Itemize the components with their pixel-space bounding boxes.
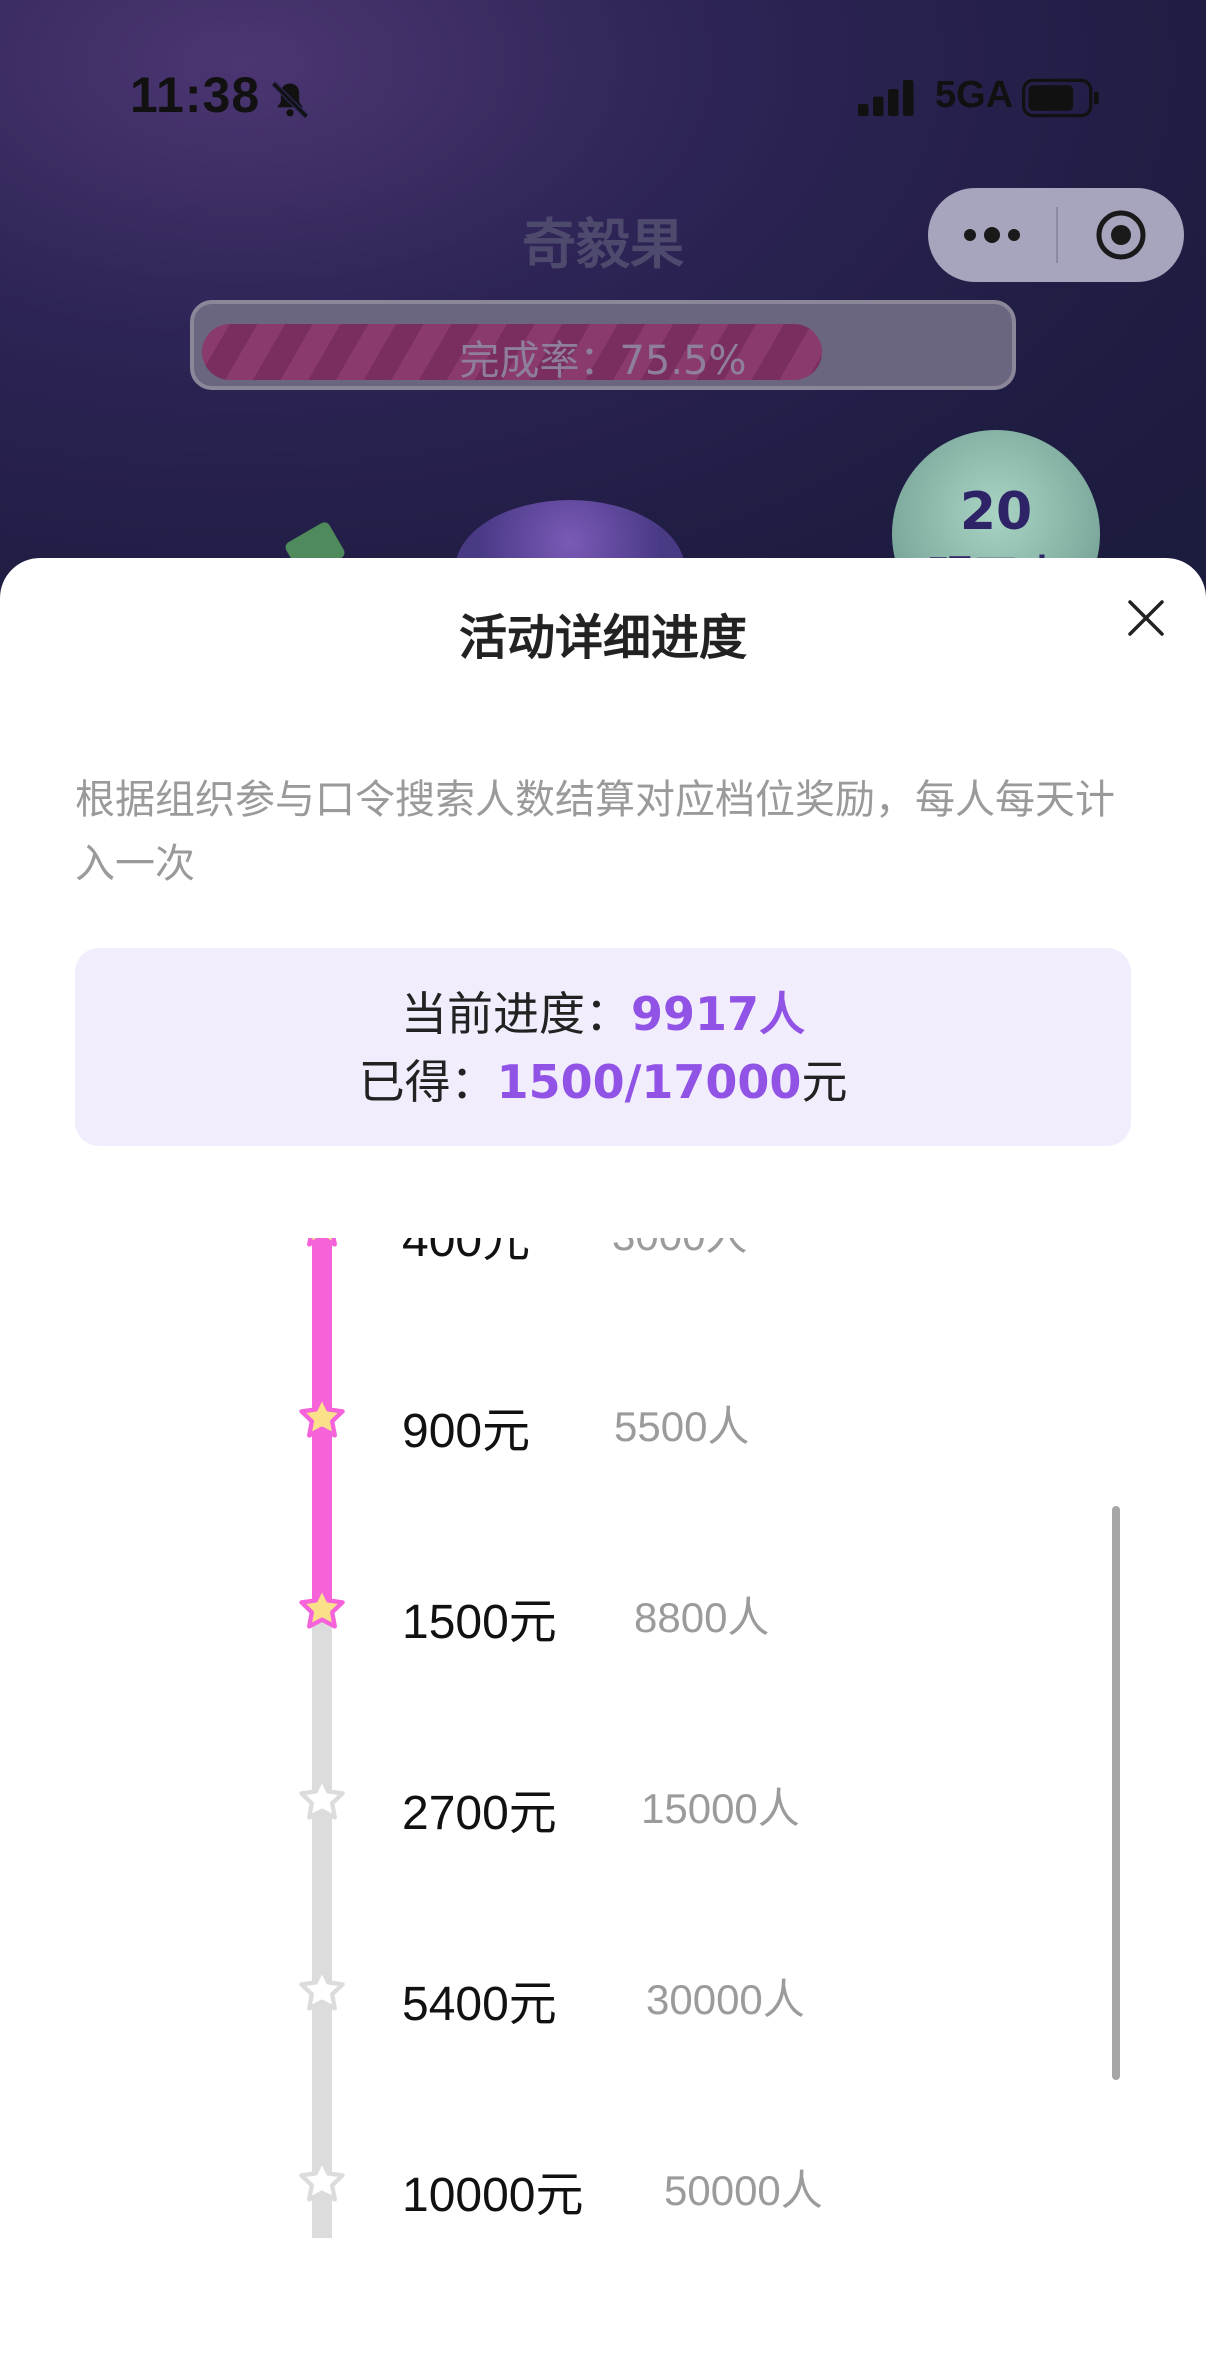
tier-row: 10000元 50000人	[0, 2135, 1206, 2235]
earned-unit: 元	[801, 1055, 848, 1109]
tier-people: 5500人	[614, 1403, 750, 1450]
progress-summary: 当前进度：9917人 已得：1500/17000元	[75, 948, 1131, 1146]
earned-label: 已得：	[358, 1055, 497, 1109]
progress-detail-sheet: 活动详细进度 根据组织参与口令搜索人数结算对应档位奖励，每人每天计入一次 当前进…	[0, 558, 1206, 2375]
more-options-icon[interactable]	[928, 188, 1056, 282]
signal-icon	[858, 80, 914, 116]
tier-amount: 1500元	[402, 1596, 557, 1649]
tier-row: 900元 5500人	[0, 1371, 1206, 1471]
close-icon	[1128, 600, 1164, 636]
close-miniprogram-icon[interactable]	[1058, 188, 1184, 282]
tier-people: 15000人	[641, 1785, 800, 1832]
current-progress-value: 9917人	[630, 987, 806, 1041]
current-progress-label: 当前进度：	[400, 987, 631, 1041]
tier-list[interactable]: 400元 3000人 900元 5500人 1500元 8800人 2700元 15000人 5…	[0, 1238, 1206, 2238]
tier-amount: 900元	[402, 1405, 531, 1458]
tier-people: 8800人	[634, 1594, 770, 1641]
bg-badge-number: 20	[959, 482, 1033, 542]
earned-line: 已得：1500/17000元	[75, 1048, 1131, 1116]
close-button[interactable]	[1118, 590, 1174, 646]
network-label: 5GA	[935, 74, 1014, 116]
tier-people: 50000人	[664, 2167, 823, 2214]
earned-value: 1500/17000	[496, 1055, 802, 1109]
status-bar: 11:38 5GA	[0, 0, 1206, 190]
battery-icon	[1022, 78, 1099, 118]
tier-row: 5400元 30000人	[0, 1944, 1206, 2044]
star-empty-icon	[299, 1776, 345, 1820]
tier-amount: 10000元	[402, 2169, 584, 2222]
tier-people: 30000人	[646, 1976, 805, 2023]
rule-description: 根据组织参与口令搜索人数结算对应档位奖励，每人每天计入一次	[75, 777, 1115, 887]
bg-completion-label: 完成率：75.5%	[459, 338, 747, 384]
tier-amount: 2700元	[402, 1787, 557, 1840]
star-filled-icon	[299, 1394, 345, 1438]
star-filled-icon	[307, 1238, 337, 1247]
tier-amount: 400元	[402, 1238, 531, 1267]
tier-row: 2700元 15000人	[0, 1753, 1206, 1853]
star-empty-icon	[299, 2158, 345, 2202]
bell-muted-icon	[271, 81, 309, 119]
miniprogram-capsule	[928, 188, 1184, 282]
bg-completion-bar: 完成率：75.5%	[190, 300, 1016, 390]
status-time: 11:38	[130, 67, 261, 123]
tier-row: 1500元 8800人	[0, 1562, 1206, 1662]
tier-row: 400元 3000人	[0, 1238, 1206, 1280]
sheet-title: 活动详细进度	[458, 610, 747, 666]
star-filled-icon	[299, 1585, 345, 1629]
scrollbar[interactable]	[1112, 1506, 1120, 2080]
star-empty-icon	[299, 1967, 345, 2011]
current-progress-line: 当前进度：9917人	[75, 980, 1131, 1048]
background-page: 11:38 5GA 奇毅果 完成率：75.5% 20	[0, 0, 1206, 620]
tier-amount: 5400元	[402, 1978, 557, 2031]
tier-people: 3000人	[612, 1238, 747, 1263]
